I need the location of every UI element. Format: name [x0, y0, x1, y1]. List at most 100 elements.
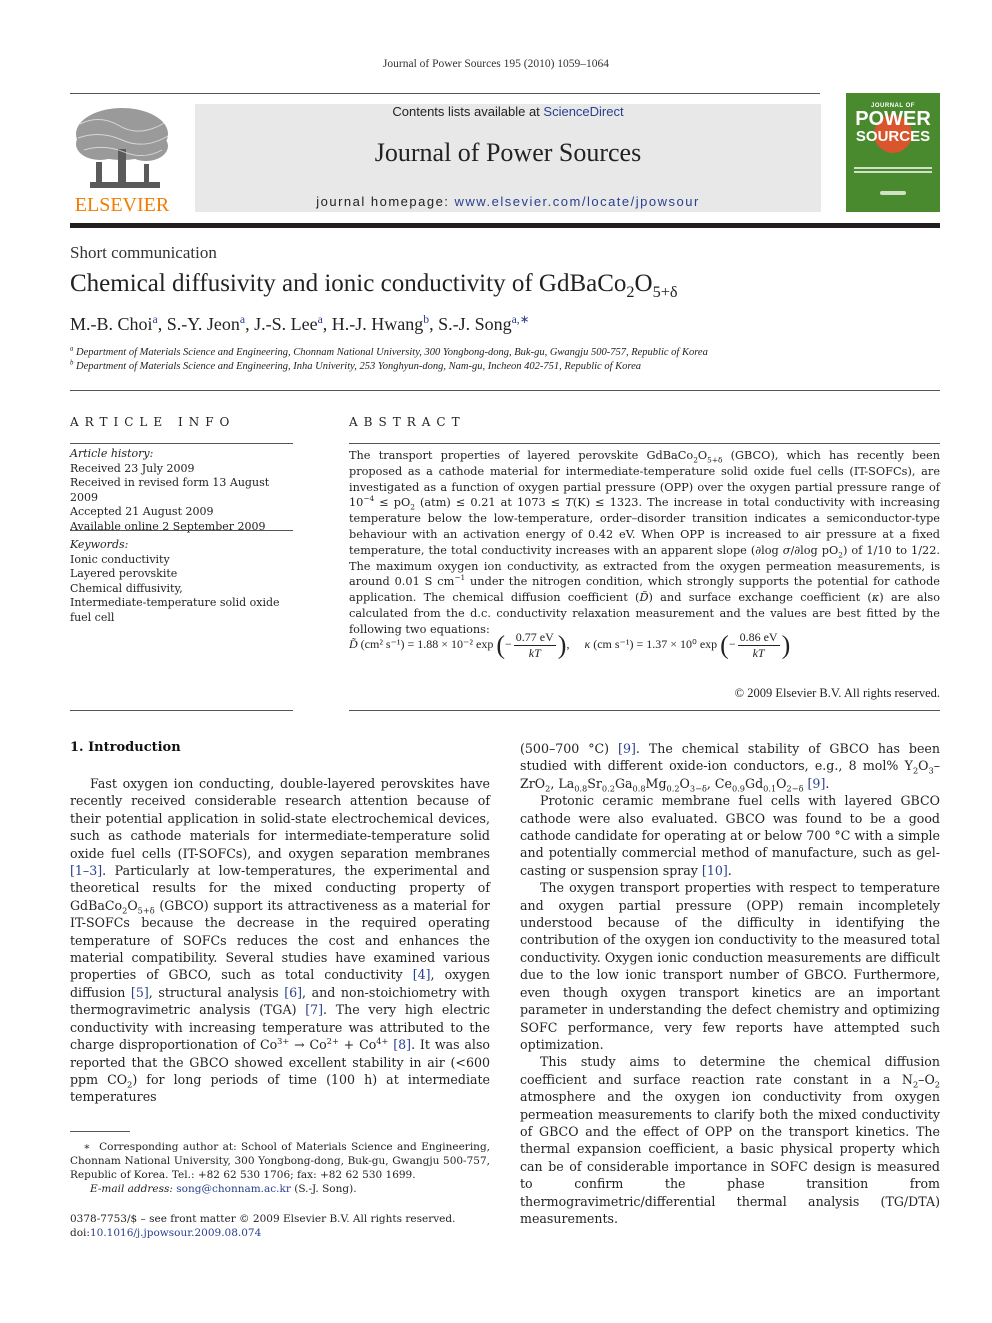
- citation-link[interactable]: [9]: [618, 741, 636, 756]
- keyword-item: Ionic conductivity: [70, 552, 170, 566]
- separator: ,: [429, 314, 439, 334]
- separator: ,: [245, 314, 255, 334]
- text-run: /∂log pO: [790, 543, 839, 557]
- paren-close: ): [557, 630, 567, 660]
- keywords-rule: [70, 530, 293, 531]
- abstract-heading: ABSTRACT: [349, 415, 466, 429]
- subscript: 5+δ: [137, 905, 155, 916]
- text-run: ≤ pO: [374, 496, 411, 510]
- paren-open: (: [496, 630, 505, 660]
- text-run: O: [918, 758, 929, 774]
- affiliation-text: Department of Materials Science and Engi…: [76, 347, 708, 358]
- text-run: O: [697, 449, 708, 462]
- journal-cover[interactable]: JOURNAL OF POWER SOURCES: [846, 93, 940, 212]
- citation-link[interactable]: [5]: [131, 985, 149, 1000]
- d-fraction: 0.77 eV kT: [513, 630, 556, 661]
- text-run: O: [127, 897, 138, 913]
- right-column: (500–700 °C) [9]. The chemical stability…: [520, 740, 940, 1227]
- superscript: −4: [363, 494, 375, 504]
- text-run: (atm) ≤ 0.21 at 1073 ≤: [414, 496, 566, 510]
- text-run: Mg: [645, 775, 667, 791]
- text-run: atmosphere and the oxygen ion conductivi…: [520, 1089, 940, 1226]
- affiliation-mark: a: [70, 345, 74, 353]
- d-symbol: D̃: [349, 637, 358, 652]
- homepage-prefix: journal homepage:: [316, 194, 455, 209]
- keyword-item: Chemical diffusivity,: [70, 581, 183, 595]
- superscript: 2+: [326, 1035, 339, 1046]
- doi-prefix: doi:: [70, 1227, 90, 1239]
- footnote-mark: ∗: [83, 1141, 91, 1153]
- text-run: O: [679, 775, 690, 791]
- left-column: Fast oxygen ion conducting, double-layer…: [70, 775, 490, 1106]
- subscript: 5+δ: [707, 455, 723, 465]
- text-run: This study aims to determine the chemica…: [520, 1054, 940, 1087]
- keyword-item: Layered perovskite: [70, 567, 178, 580]
- text-run: The transport properties of layered pero…: [349, 449, 694, 462]
- paragraph: The oxygen transport properties with res…: [520, 879, 940, 1053]
- title-sub-2: 2: [626, 283, 635, 301]
- abstract-text: The transport properties of layered pero…: [349, 448, 940, 638]
- d-units: (cm² s⁻¹) = 1.88 × 10⁻² exp: [360, 637, 494, 652]
- front-matter: 0378-7753/$ – see front matter © 2009 El…: [70, 1212, 490, 1240]
- author-name[interactable]: S.-Y. Jeon: [167, 314, 240, 334]
- text-run: , structural analysis: [148, 984, 285, 1000]
- author-name[interactable]: M.-B. Choi: [70, 314, 153, 334]
- front-matter-text: 0378-7753/$ – see front matter © 2009 El…: [70, 1213, 456, 1225]
- equation-d: D̃ (cm² s⁻¹) = 1.88 × 10⁻² exp (− 0.77 eV…: [349, 630, 573, 660]
- text-run: The oxygen transport properties with res…: [520, 880, 940, 1052]
- text-run: Fast oxygen ion conducting, double-layer…: [70, 776, 490, 861]
- citation-link[interactable]: [8]: [393, 1037, 411, 1052]
- text-run: (500–700 °C): [520, 741, 619, 756]
- citation-link[interactable]: [1–3]: [70, 863, 102, 878]
- article-type: Short communication: [70, 243, 217, 262]
- superscript: 3+: [277, 1035, 290, 1046]
- affiliation-text: Department of Materials Science and Engi…: [76, 361, 641, 372]
- text-run: → Co: [289, 1037, 327, 1053]
- author-list: M.-B. Choia, S.-Y. Jeona, J.-S. Leea, H.…: [70, 314, 530, 335]
- kappa-units: (cm s⁻¹) = 1.37 × 10⁰ exp: [593, 637, 718, 652]
- text-run: O: [776, 775, 787, 791]
- text-run: , Ce: [706, 775, 732, 791]
- text-run: .: [825, 775, 830, 791]
- citation-link[interactable]: [10]: [702, 863, 728, 878]
- doi-link[interactable]: 10.1016/j.jpowsour.2009.08.074: [90, 1227, 261, 1239]
- author-name[interactable]: S.-J. Song: [438, 314, 512, 334]
- email-suffix: (S.-J. Song).: [290, 1183, 357, 1195]
- paragraph: Protonic ceramic membrane fuel cells wit…: [520, 792, 940, 879]
- section-heading-introduction: 1. Introduction: [70, 740, 181, 755]
- author-name[interactable]: J.-S. Lee: [254, 314, 317, 334]
- elsevier-logo[interactable]: ELSEVIER: [70, 104, 174, 216]
- footnote-rule: [70, 1131, 130, 1132]
- text-run: Sr: [587, 775, 602, 791]
- affiliation-mark: b: [70, 359, 74, 367]
- author-affiliation-mark[interactable]: a,∗: [512, 313, 530, 326]
- abstract-copyright: © 2009 Elsevier B.V. All rights reserved…: [734, 686, 940, 700]
- paren-open: (: [720, 630, 729, 660]
- email-link[interactable]: song@chonnam.ac.kr: [176, 1183, 291, 1195]
- author-name[interactable]: H.-J. Hwang: [332, 314, 424, 334]
- article-info-heading: ARTICLE INFO: [70, 415, 236, 429]
- corresponding-text: Corresponding author at: School of Mater…: [70, 1141, 491, 1181]
- sciencedirect-link[interactable]: ScienceDirect: [543, 104, 623, 119]
- text-run: Ga: [614, 775, 633, 791]
- text-run: Gd: [745, 775, 764, 791]
- title-sub-delta: 5+δ: [652, 283, 678, 301]
- paragraph: Fast oxygen ion conducting, double-layer…: [70, 775, 490, 1106]
- header-thick-rule: [70, 223, 940, 228]
- citation-link[interactable]: [6]: [284, 985, 302, 1000]
- text-run: .: [727, 862, 732, 878]
- homepage-link[interactable]: www.elsevier.com/locate/jpowsour: [455, 194, 700, 209]
- article-info-rule: [70, 443, 293, 444]
- separator: ,: [322, 314, 332, 334]
- kappa-fraction: 0.86 eV kT: [737, 630, 780, 661]
- affiliation-b: b Department of Materials Science and En…: [70, 359, 641, 372]
- d-denominator: kT: [528, 646, 541, 660]
- text-run: ) for long periods of time (100 h) at in…: [70, 1071, 490, 1105]
- cover-title-main: POWER: [855, 108, 931, 130]
- citation-link[interactable]: [7]: [305, 1002, 323, 1017]
- citation-link[interactable]: [4]: [413, 967, 431, 982]
- citation-link[interactable]: [9]: [808, 776, 826, 791]
- math-symbol: D̃: [639, 591, 649, 605]
- keyword-item: Intermediate-temperature solid oxide fue…: [70, 596, 280, 624]
- history-accepted: Accepted 21 August 2009: [70, 505, 214, 518]
